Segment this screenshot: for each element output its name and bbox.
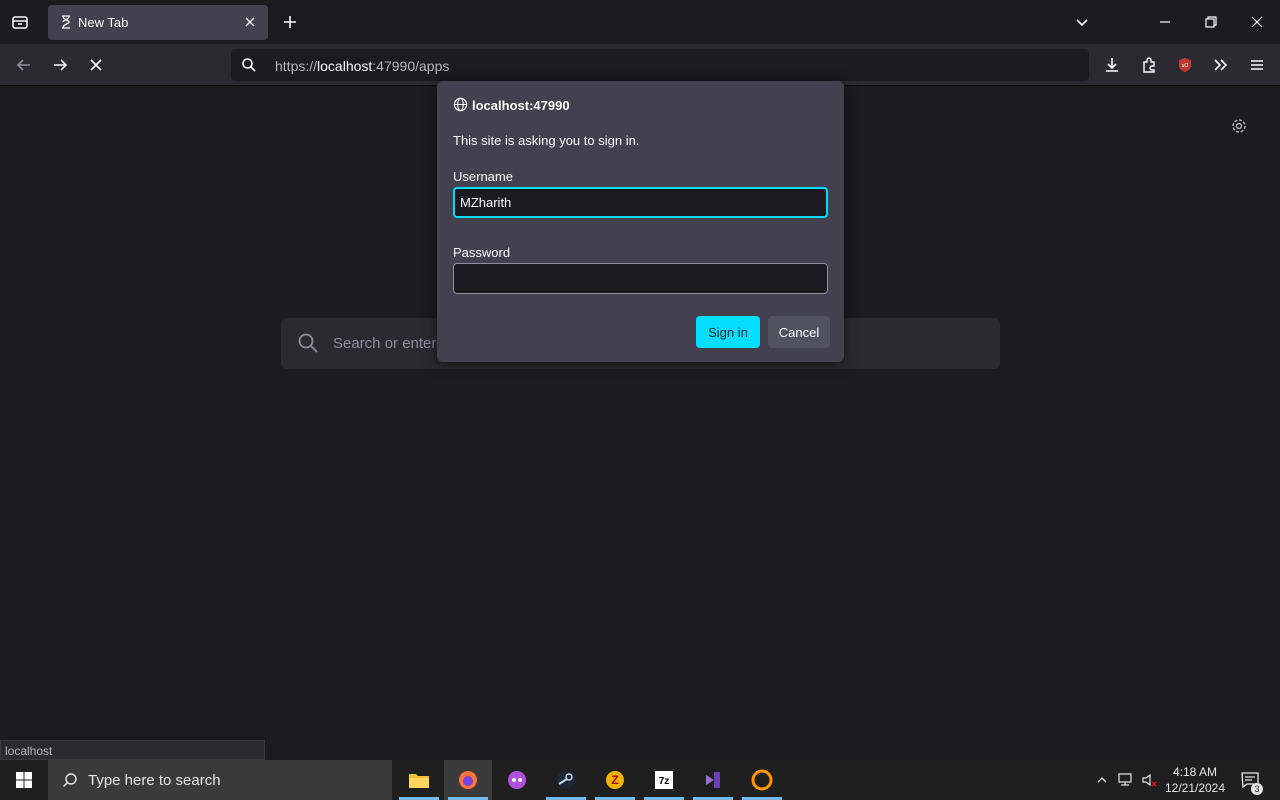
svg-text:Z: Z	[611, 773, 618, 787]
url-suffix: :47990/apps	[372, 58, 450, 74]
7zip-icon[interactable]: 7z	[640, 760, 688, 800]
restore-icon[interactable]	[1197, 8, 1225, 36]
file-explorer-icon[interactable]	[395, 760, 443, 800]
password-label: Password	[453, 245, 511, 260]
tab-close-icon[interactable]	[242, 14, 258, 30]
taskbar-search-box[interactable]: Type here to search	[48, 760, 392, 800]
steam-icon[interactable]	[542, 760, 590, 800]
svg-text:7z: 7z	[659, 776, 670, 787]
tab-bar: New Tab	[0, 0, 1280, 44]
show-hidden-icons-chevron-icon[interactable]	[1090, 760, 1114, 800]
extensions-puzzle-icon[interactable]	[1135, 51, 1163, 79]
back-arrow-icon[interactable]	[10, 51, 38, 79]
search-icon	[241, 57, 257, 78]
sign-in-button[interactable]: Sign in	[696, 316, 760, 348]
username-label: Username	[453, 169, 513, 184]
username-field[interactable]	[453, 187, 828, 218]
svg-text:uO: uO	[1182, 63, 1189, 69]
firefox-nightly-icon[interactable]	[738, 760, 786, 800]
notifications-icon[interactable]: 3	[1236, 760, 1264, 800]
cancel-button[interactable]: Cancel	[768, 316, 830, 348]
overflow-chevrons-icon[interactable]	[1206, 51, 1234, 79]
network-icon[interactable]	[1114, 760, 1138, 800]
hamburger-menu-icon[interactable]	[1243, 51, 1271, 79]
tab-title: New Tab	[78, 15, 129, 30]
tab-new-tab[interactable]: New Tab	[48, 5, 268, 40]
windows-start-icon[interactable]	[0, 760, 48, 800]
list-all-tabs-chevron-icon[interactable]	[1068, 8, 1096, 36]
volume-muted-icon[interactable]	[1138, 760, 1162, 800]
navigation-toolbar: https://localhost:47990/apps uO	[0, 44, 1280, 86]
clock-time: 4:18 AM	[1172, 765, 1218, 779]
password-field[interactable]	[453, 263, 828, 294]
dialog-host: localhost:47990	[472, 98, 570, 113]
url-bar[interactable]: https://localhost:47990/apps	[231, 49, 1089, 81]
discord-mask-icon[interactable]	[493, 760, 541, 800]
url-host: localhost	[317, 58, 373, 74]
stop-loading-icon[interactable]	[82, 51, 110, 79]
close-window-icon[interactable]	[1243, 8, 1271, 36]
url-prefix: https://	[275, 58, 318, 74]
hourglass-icon	[58, 14, 74, 30]
url-text: https://localhost:47990/apps	[275, 58, 449, 74]
downloads-icon[interactable]	[1098, 51, 1126, 79]
notifications-count-badge: 3	[1251, 783, 1263, 795]
ublock-origin-icon[interactable]: uO	[1171, 51, 1199, 79]
clock-date: 12/21/2024	[1164, 781, 1226, 795]
sign-in-dialog: localhost:47990 This site is asking you …	[437, 81, 844, 362]
dialog-message: This site is asking you to sign in.	[453, 133, 640, 148]
taskbar-search-placeholder: Type here to search	[88, 772, 221, 789]
taskbar-clock[interactable]: 4:18 AM 12/21/2024	[1160, 764, 1230, 796]
forward-arrow-icon[interactable]	[46, 51, 74, 79]
minimize-icon[interactable]	[1151, 8, 1179, 36]
search-icon	[297, 332, 319, 359]
search-icon	[62, 772, 78, 793]
visual-studio-icon[interactable]	[689, 760, 737, 800]
firefox-view-icon[interactable]	[6, 8, 34, 36]
new-tab-plus-icon[interactable]	[276, 8, 304, 36]
windows-taskbar: Type here to search Z 7z 4:18 AM 12/21/2…	[0, 760, 1280, 800]
globe-icon	[453, 97, 468, 117]
search-placeholder: Search or enter	[333, 335, 437, 352]
filezilla-icon[interactable]: Z	[591, 760, 639, 800]
status-url: localhost	[0, 740, 265, 760]
firefox-icon[interactable]	[444, 760, 492, 800]
settings-gear-icon[interactable]	[1225, 112, 1253, 140]
